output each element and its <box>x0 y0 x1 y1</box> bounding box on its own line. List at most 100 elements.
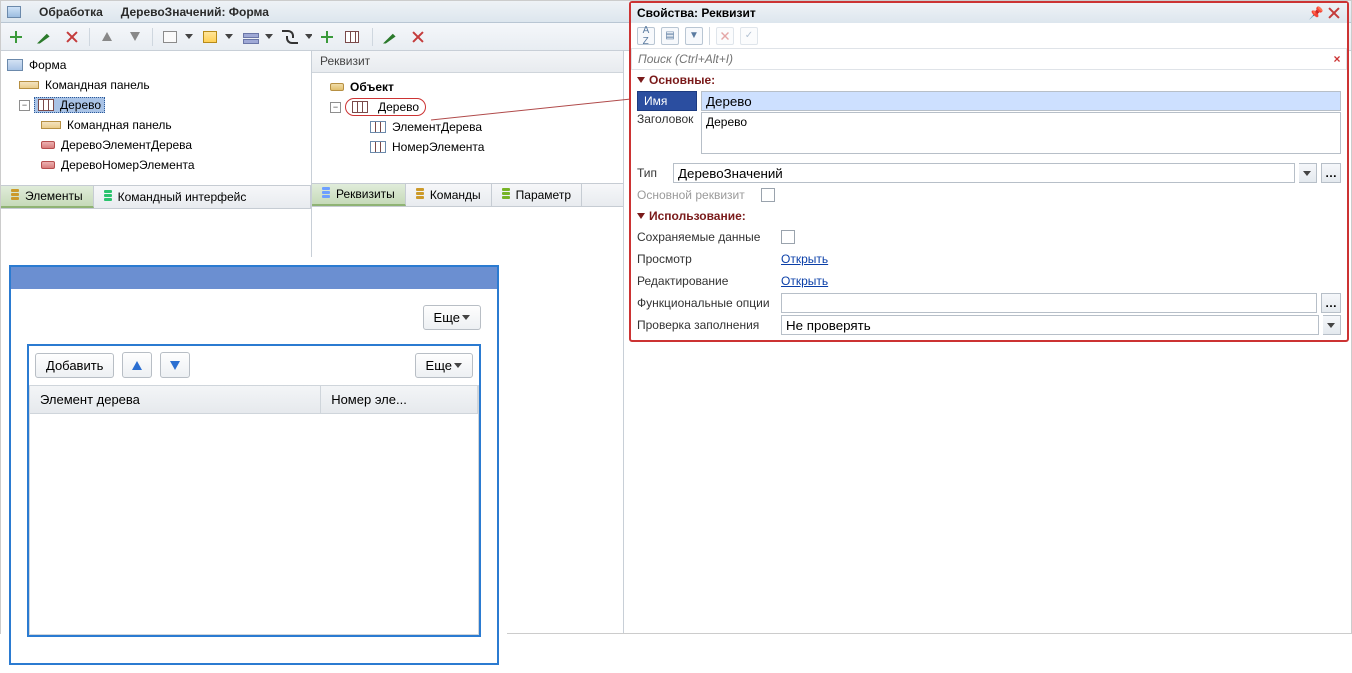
form-preview: Еще Добавить Еще <box>9 265 499 665</box>
tab-parameters[interactable]: Параметр <box>492 184 582 206</box>
group-main[interactable]: Основные: <box>631 70 1347 90</box>
req-object[interactable]: Объект <box>350 80 394 94</box>
stack-button[interactable] <box>239 26 261 48</box>
props-search[interactable]: × <box>631 48 1347 70</box>
pin-button[interactable]: 📌 <box>1309 6 1323 20</box>
close-button[interactable] <box>1327 6 1341 20</box>
command-panel-icon <box>41 121 61 129</box>
req-header: Реквизит <box>312 51 623 73</box>
strip-button[interactable] <box>199 26 221 48</box>
x-icon <box>411 30 425 44</box>
column-icon <box>41 141 55 149</box>
group-usage[interactable]: Использование: <box>631 206 1347 226</box>
swap-icon <box>282 30 298 44</box>
collapse-toggle[interactable]: − <box>19 100 30 111</box>
properties-panel: Свойства: Реквизит 📌 AZ ▤ ▼ ✓ × Ос <box>629 1 1349 342</box>
prop-saved-label: Сохраняемые данные <box>637 230 777 244</box>
check-dropdown-button[interactable] <box>1323 315 1341 335</box>
tree-form-root[interactable]: Форма <box>29 58 66 72</box>
dropdown-caret-icon[interactable] <box>225 34 233 39</box>
dropdown-caret-icon[interactable] <box>265 34 273 39</box>
table-icon <box>345 31 359 43</box>
tree-cmdpanel[interactable]: Командная панель <box>45 78 150 92</box>
separator <box>709 27 710 45</box>
tree-col2[interactable]: ДеревоНомерЭлемента <box>61 158 195 172</box>
tree-derevo-cmdpanel[interactable]: Командная панель <box>67 118 172 132</box>
stack-icon <box>243 31 257 43</box>
add-button[interactable] <box>5 26 27 48</box>
move-down-button[interactable] <box>160 352 190 378</box>
func-dialog-button[interactable]: … <box>1321 293 1341 313</box>
prop-type-input[interactable] <box>673 163 1295 183</box>
group-usage-label: Использование: <box>649 209 746 223</box>
column-icon <box>370 121 386 133</box>
col-element[interactable]: Элемент дерева <box>30 386 321 413</box>
tab-command-interface[interactable]: Командный интерфейс <box>94 186 311 208</box>
separator <box>372 28 373 46</box>
prop-name-input[interactable] <box>701 91 1341 111</box>
prop-edit-link[interactable]: Открыть <box>781 274 828 288</box>
edit-button[interactable] <box>33 26 55 48</box>
prop-mainreq-checkbox[interactable] <box>761 188 775 202</box>
prop-check-label: Проверка заполнения <box>637 318 777 332</box>
filter-button[interactable]: ▼ <box>685 27 703 45</box>
search-input[interactable] <box>632 50 1328 68</box>
move-up-button[interactable] <box>96 26 118 48</box>
preview-grid[interactable]: Элемент дерева Номер эле... <box>29 385 479 635</box>
form-elements-tree[interactable]: Форма Командная панель − Дерево Командна… <box>1 51 311 185</box>
tree-col1[interactable]: ДеревоЭлементДерева <box>61 138 192 152</box>
box-button[interactable] <box>159 26 181 48</box>
prop-view-label: Просмотр <box>637 252 777 266</box>
tab-elements[interactable]: Элементы <box>1 186 94 208</box>
prop-mainreq-label: Основной реквизит <box>637 188 757 202</box>
prop-name-label: Имя <box>637 91 697 111</box>
tree-table-control: Добавить Еще <box>27 344 481 637</box>
arrow-down-icon <box>130 32 140 41</box>
tab-requisites[interactable]: Реквизиты <box>312 184 406 206</box>
cmd-iface-icon <box>104 190 112 204</box>
prop-check-input[interactable] <box>781 315 1319 335</box>
tree-derevo[interactable]: Дерево <box>60 98 101 112</box>
add-col-button[interactable] <box>344 26 366 48</box>
add-req-button[interactable] <box>316 26 338 48</box>
box-icon <box>163 31 177 43</box>
elements-icon <box>11 189 19 203</box>
delete-button[interactable] <box>61 26 83 48</box>
tab-commands[interactable]: Команды <box>406 184 492 206</box>
tab-elements-label: Элементы <box>25 189 83 203</box>
prop-view-link[interactable]: Открыть <box>781 252 828 266</box>
chevron-down-icon <box>454 363 462 368</box>
command-panel-icon <box>19 81 39 89</box>
arrow-down-icon <box>170 361 180 370</box>
move-up-button[interactable] <box>122 352 152 378</box>
sort-az-button[interactable]: AZ <box>637 27 655 45</box>
prop-title-input[interactable] <box>701 112 1341 154</box>
delete-req-button[interactable] <box>407 26 429 48</box>
object-icon <box>330 83 344 91</box>
prop-type-label: Тип <box>637 166 669 180</box>
move-down-button[interactable] <box>124 26 146 48</box>
prop-func-input[interactable] <box>781 293 1317 313</box>
add-row-button[interactable]: Добавить <box>35 353 114 378</box>
props-titlebar: Свойства: Реквизит 📌 <box>631 3 1347 23</box>
chevron-down-icon <box>462 315 470 320</box>
collapse-toggle[interactable]: − <box>330 102 341 113</box>
req-derevo[interactable]: Дерево <box>378 100 419 114</box>
swap-button[interactable] <box>279 26 301 48</box>
group-main-label: Основные: <box>649 73 715 87</box>
more-button-outer[interactable]: Еще <box>423 305 481 330</box>
categorize-button[interactable]: ▤ <box>661 27 679 45</box>
more-button-inner[interactable]: Еще <box>415 353 473 378</box>
type-dialog-button[interactable]: … <box>1321 163 1341 183</box>
more-label: Еще <box>426 358 452 373</box>
col-number[interactable]: Номер эле... <box>321 386 478 413</box>
apply-button: ✓ <box>740 27 758 45</box>
separator <box>152 28 153 46</box>
clear-search-button[interactable]: × <box>1328 52 1346 66</box>
prop-saved-checkbox[interactable] <box>781 230 795 244</box>
grid-body[interactable] <box>30 414 478 634</box>
type-dropdown-button[interactable] <box>1299 163 1317 183</box>
req-icon <box>322 187 330 201</box>
dropdown-caret-icon[interactable] <box>185 34 193 39</box>
edit-req-button[interactable] <box>379 26 401 48</box>
